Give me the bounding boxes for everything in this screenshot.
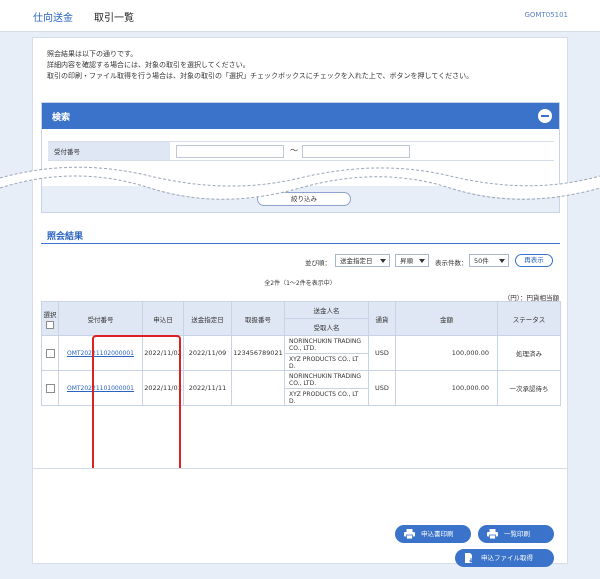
reception-no-link[interactable]: OMT20221102000001	[67, 350, 134, 357]
status-cell: 一次承認待ち	[497, 370, 561, 406]
currency-header: 通貨	[368, 301, 396, 336]
status-header: ステータス	[497, 301, 561, 336]
remit-date-header: 送金指定日	[183, 301, 232, 336]
action-area: 申込書印刷 一覧印刷 申込ファイル取得	[33, 468, 567, 567]
currency-cell: USD	[368, 335, 396, 371]
top-bar: 仕向送金 取引一覧 GOMT05101	[0, 0, 600, 32]
intro-line-3: 取引の印刷・ファイル取得を行う場合は、対象の取引の「選択」チェックボックスにチェ…	[47, 72, 474, 80]
amount-cell: 100,000.00	[395, 370, 498, 406]
beneficiary-name: XYZ PRODUCTS CO., LT D.	[285, 353, 368, 370]
per-page-value: 50件	[474, 257, 489, 265]
range-separator: ～	[290, 146, 298, 155]
dropdown-arrow-icon	[380, 259, 386, 263]
main-panel: 照会結果は以下の通りです。 詳細内容を確認する場合には、対象の取引を選択してくだ…	[32, 37, 568, 567]
remitter-name: NORINCHUKIN TRADING CO., LTD.	[289, 373, 362, 387]
parties-cell: NORINCHUKIN TRADING CO., LTD. XYZ PRODUC…	[284, 335, 369, 371]
collapse-icon[interactable]	[538, 109, 552, 123]
print-list-label: 一覧印刷	[504, 530, 530, 538]
search-header[interactable]: 検索	[42, 103, 559, 129]
status-cell: 処理済み	[497, 335, 561, 371]
row-select-checkbox[interactable]	[45, 348, 55, 358]
table-row: OMT20221101000001 2022/11/01 2022/11/11 …	[41, 370, 561, 406]
file-download-icon	[465, 553, 473, 563]
select-all-checkbox[interactable]	[46, 320, 54, 329]
select-header: 選択	[41, 301, 59, 336]
breadcrumb-parent[interactable]: 仕向送金	[33, 9, 73, 24]
amount-cell: 100,000.00	[395, 335, 498, 371]
results-table: 選択 受付番号 申込日 送金指定日 取扱番号 送金人名 通貨 金額 ステータス …	[41, 301, 561, 406]
sort-label: 並び順：	[305, 259, 331, 267]
remitter-header: 送金人名	[284, 301, 369, 319]
print-list-button[interactable]: 一覧印刷	[478, 525, 554, 543]
reception-no-cell: OMT20221102000001	[58, 335, 143, 371]
remitter-name: NORINCHUKIN TRADING CO., LTD.	[289, 338, 362, 352]
results-divider	[41, 243, 560, 244]
get-file-label: 申込ファイル取得	[481, 554, 533, 562]
dropdown-arrow-icon	[419, 259, 425, 263]
page-break-separator	[0, 166, 600, 200]
get-file-button[interactable]: 申込ファイル取得	[455, 549, 554, 567]
results-title: 照会結果	[47, 232, 84, 242]
per-page-label: 表示件数：	[435, 259, 468, 267]
select-header-label: 選択	[43, 310, 57, 319]
apply-date-header: 申込日	[142, 301, 184, 336]
handling-no-cell: 123456789021	[231, 335, 285, 371]
intro-text: 照会結果は以下の通りです。 詳細内容を確認する場合には、対象の取引を選択してくだ…	[47, 49, 473, 82]
reception-no-header[interactable]: 受付番号	[58, 301, 143, 336]
sort-key-value: 送金指定日	[340, 257, 373, 265]
sort-key-select[interactable]: 送金指定日	[335, 254, 390, 267]
apply-date-cell: 2022/11/01	[142, 370, 184, 406]
sort-order-value: 昇順	[400, 257, 413, 265]
dropdown-arrow-icon	[499, 259, 505, 263]
apply-date-cell: 2022/11/02	[142, 335, 184, 371]
remit-date-cell: 2022/11/11	[183, 370, 232, 406]
result-count: 全2件（1～2件を表示中）	[264, 280, 336, 287]
redisplay-button[interactable]: 再表示	[515, 254, 553, 267]
screen-id: GOMT05101	[524, 11, 568, 19]
handling-no-header: 取扱番号	[231, 301, 285, 336]
parties-cell: NORINCHUKIN TRADING CO., LTD. XYZ PRODUC…	[284, 370, 369, 406]
table-header-row: 選択 受付番号 申込日 送金指定日 取扱番号 送金人名 通貨 金額 ステータス	[41, 301, 561, 336]
row-select-checkbox[interactable]	[45, 383, 55, 393]
amount-header: 金額	[395, 301, 498, 336]
sort-order-select[interactable]: 昇順	[395, 254, 429, 267]
printer-icon	[487, 529, 498, 539]
reception-no-link[interactable]: OMT20221101000001	[67, 385, 134, 392]
printer-icon	[404, 529, 415, 539]
intro-line-1: 照会結果は以下の通りです。	[47, 50, 138, 58]
per-page-select[interactable]: 50件	[469, 254, 509, 267]
page-title: 取引一覧	[94, 13, 134, 24]
intro-line-2: 詳細内容を確認する場合には、対象の取引を選択してください。	[47, 61, 250, 69]
reception-no-cell: OMT20221101000001	[58, 370, 143, 406]
beneficiary-name: XYZ PRODUCTS CO., LT D.	[285, 388, 368, 405]
row-select-cell	[41, 370, 59, 406]
search-title: 検索	[52, 113, 71, 123]
table-row: OMT20221102000001 2022/11/02 2022/11/09 …	[41, 335, 561, 371]
reception-number-to-input[interactable]	[302, 145, 410, 158]
list-controls: 並び順： 送金指定日 昇順 表示件数： 50件 再表示	[33, 254, 567, 268]
remit-date-cell: 2022/11/09	[183, 335, 232, 371]
reception-number-from-input[interactable]	[176, 145, 284, 158]
beneficiary-header: 受取人名	[284, 318, 369, 336]
row-select-cell	[41, 335, 59, 371]
currency-cell: USD	[368, 370, 396, 406]
print-application-button[interactable]: 申込書印刷	[395, 525, 471, 543]
handling-no-cell	[231, 370, 285, 406]
print-application-label: 申込書印刷	[421, 530, 454, 538]
